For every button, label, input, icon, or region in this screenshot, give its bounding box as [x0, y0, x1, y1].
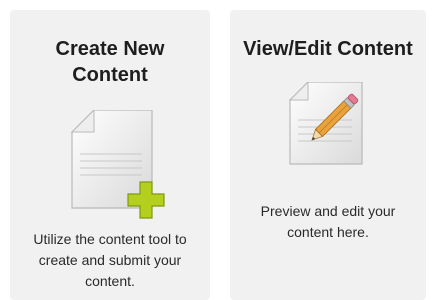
document-add-icon: [70, 110, 165, 219]
create-content-card[interactable]: Create New Content Utilize the content t…: [10, 10, 210, 300]
view-edit-content-title: View/Edit Content: [243, 38, 413, 60]
document-edit-icon: [288, 82, 363, 165]
view-edit-content-description: Preview and edit your content here.: [260, 203, 396, 240]
view-edit-content-card[interactable]: View/Edit Content Preview and edit your …: [230, 10, 426, 300]
create-content-description: Utilize the content tool to create and s…: [33, 231, 187, 289]
create-content-title: Create New Content: [55, 38, 165, 86]
